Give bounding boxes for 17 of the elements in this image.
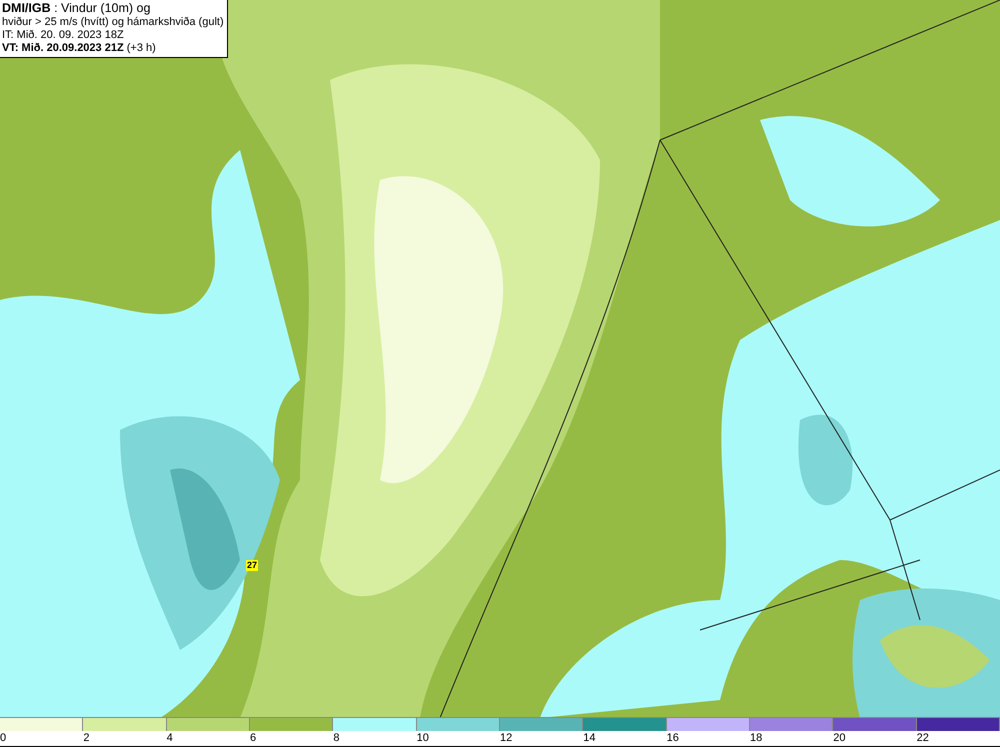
title-line: hviður > 25 m/s (hvítt) og hámarkshviða (gult)	[2, 16, 224, 29]
title-line: DMI/IGB : Vindur (10m) og	[2, 1, 152, 16]
legend-tick-label: 0	[0, 731, 6, 746]
legend-tick-label: 20	[833, 731, 846, 746]
legend-tick-label: 6	[250, 731, 256, 746]
legend-tick-label: 4	[166, 731, 173, 746]
legend-tick-label: 14	[583, 731, 596, 746]
legend-tick-label: 16	[666, 731, 679, 746]
legend-tick-label: 8	[333, 731, 340, 746]
title-line: VT: Mið. 20.09.2023 21Z (+3 h)	[2, 42, 157, 55]
legend-tick-label: 22	[916, 731, 929, 746]
legend-tick-label: 18	[750, 731, 762, 746]
legend-tick-label: 2	[83, 731, 90, 746]
legend-tick-label: 10	[416, 731, 429, 746]
gust-label: 27	[246, 560, 258, 571]
title-line: IT: Mið. 20. 09. 2023 18Z	[2, 29, 125, 42]
legend-tick-label: 12	[500, 731, 512, 746]
